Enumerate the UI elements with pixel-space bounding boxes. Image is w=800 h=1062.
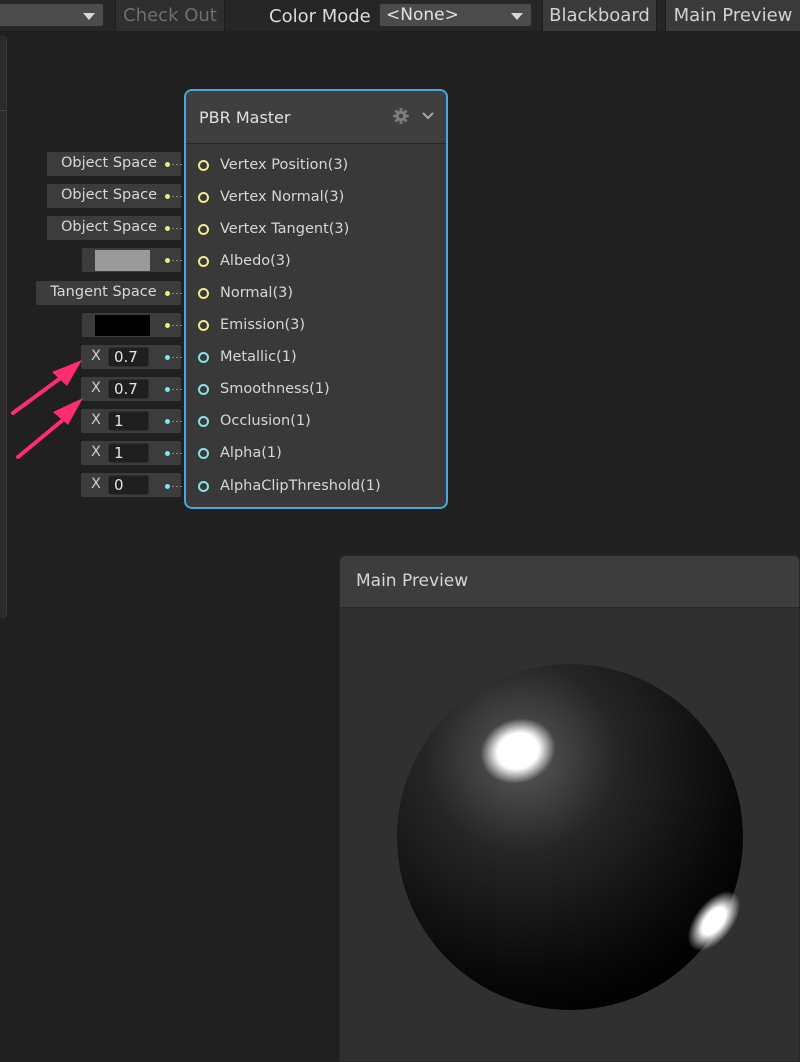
x-label: X (91, 476, 101, 492)
blackboard-button[interactable]: Blackboard (542, 0, 657, 31)
port-label: Normal(3) (220, 285, 294, 301)
preview-title: Main Preview (356, 571, 469, 591)
input-connector-dot (165, 226, 170, 231)
vertex-port-circle[interactable] (198, 288, 209, 299)
color-mode-label: Color Mode (269, 6, 371, 27)
port-label: Occlusion(1) (220, 413, 311, 429)
vertex-port-circle[interactable] (198, 256, 209, 267)
input-connector-dot (165, 162, 170, 167)
input-connector-dot (165, 451, 170, 456)
preview-sphere[interactable] (396, 664, 746, 1014)
vertex-port-circle[interactable] (198, 192, 209, 203)
x-label: X (91, 444, 101, 460)
toolbar-dropdown[interactable] (0, 3, 104, 27)
float-port-circle[interactable] (198, 448, 209, 459)
float-port-circle[interactable] (198, 416, 209, 427)
port-label: AlphaClipThreshold(1) (220, 478, 381, 494)
port-label: Vertex Position(3) (220, 157, 349, 173)
vertex-tangent-space-dropdown[interactable]: Object Space (47, 216, 181, 240)
port-label: Albedo(3) (220, 253, 291, 269)
x-label: X (91, 412, 101, 428)
vertex-port-circle[interactable] (198, 160, 209, 171)
normal-space-dropdown[interactable]: Tangent Space (36, 281, 181, 305)
chevron-down-icon (511, 13, 523, 20)
preview-header[interactable]: Main Preview (340, 556, 799, 608)
x-label: X (91, 348, 101, 364)
occlusion-value-field[interactable]: 1 (108, 411, 149, 431)
annotation-arrow (11, 360, 82, 415)
node-header[interactable]: PBR Master (186, 91, 446, 144)
input-connector-dot (165, 419, 170, 424)
port-label: Alpha(1) (220, 445, 282, 461)
main-preview-panel[interactable]: Main Preview (339, 555, 800, 1062)
vertex-normal-space-dropdown[interactable]: Object Space (47, 184, 181, 208)
port-label: Vertex Tangent(3) (220, 221, 350, 237)
float-port-circle[interactable] (198, 384, 209, 395)
input-connector-dot (165, 484, 170, 489)
annotation-arrow (16, 398, 83, 459)
input-connector-dot (165, 323, 170, 328)
check-out-button[interactable]: Check Out (115, 0, 225, 31)
albedo-color-swatch[interactable] (95, 250, 150, 271)
alpha-value-field[interactable]: 1 (108, 443, 149, 463)
input-connector-dot (165, 258, 170, 263)
port-label: Emission(3) (220, 317, 306, 333)
main-preview-button[interactable]: Main Preview (665, 0, 800, 31)
input-connector-dot (165, 291, 170, 296)
vertex-position-space-dropdown[interactable]: Object Space (47, 152, 181, 176)
port-label: Smoothness(1) (220, 381, 330, 397)
float-port-circle[interactable] (198, 352, 209, 363)
vertex-port-circle[interactable] (198, 224, 209, 235)
input-connector-dot (165, 387, 170, 392)
port-label: Vertex Normal(3) (220, 189, 345, 205)
alpha-clip-threshold-value-field[interactable]: 0 (108, 475, 149, 495)
pbr-master-node[interactable]: PBR Master Vertex Position(3) Vertex Nor (184, 89, 448, 509)
vertex-port-circle[interactable] (198, 320, 209, 331)
x-label: X (91, 380, 101, 396)
metallic-value-field[interactable]: 0.7 (108, 347, 149, 367)
color-mode-value: <None> (386, 5, 459, 25)
input-connector-dot (165, 355, 170, 360)
port-label: Metallic(1) (220, 349, 297, 365)
toolbar: Check Out Color Mode <None> Blackboard M… (0, 0, 800, 31)
chevron-down-icon[interactable] (420, 109, 436, 123)
smoothness-value-field[interactable]: 0.7 (108, 379, 149, 399)
emission-color-swatch[interactable] (95, 315, 150, 336)
float-port-circle[interactable] (198, 481, 209, 492)
input-connector-dot (165, 194, 170, 199)
gear-icon[interactable] (392, 107, 410, 125)
color-mode-dropdown[interactable]: <None> (379, 3, 532, 27)
chevron-down-icon (83, 13, 95, 20)
node-title: PBR Master (199, 108, 291, 127)
left-panel-edge (0, 36, 7, 618)
